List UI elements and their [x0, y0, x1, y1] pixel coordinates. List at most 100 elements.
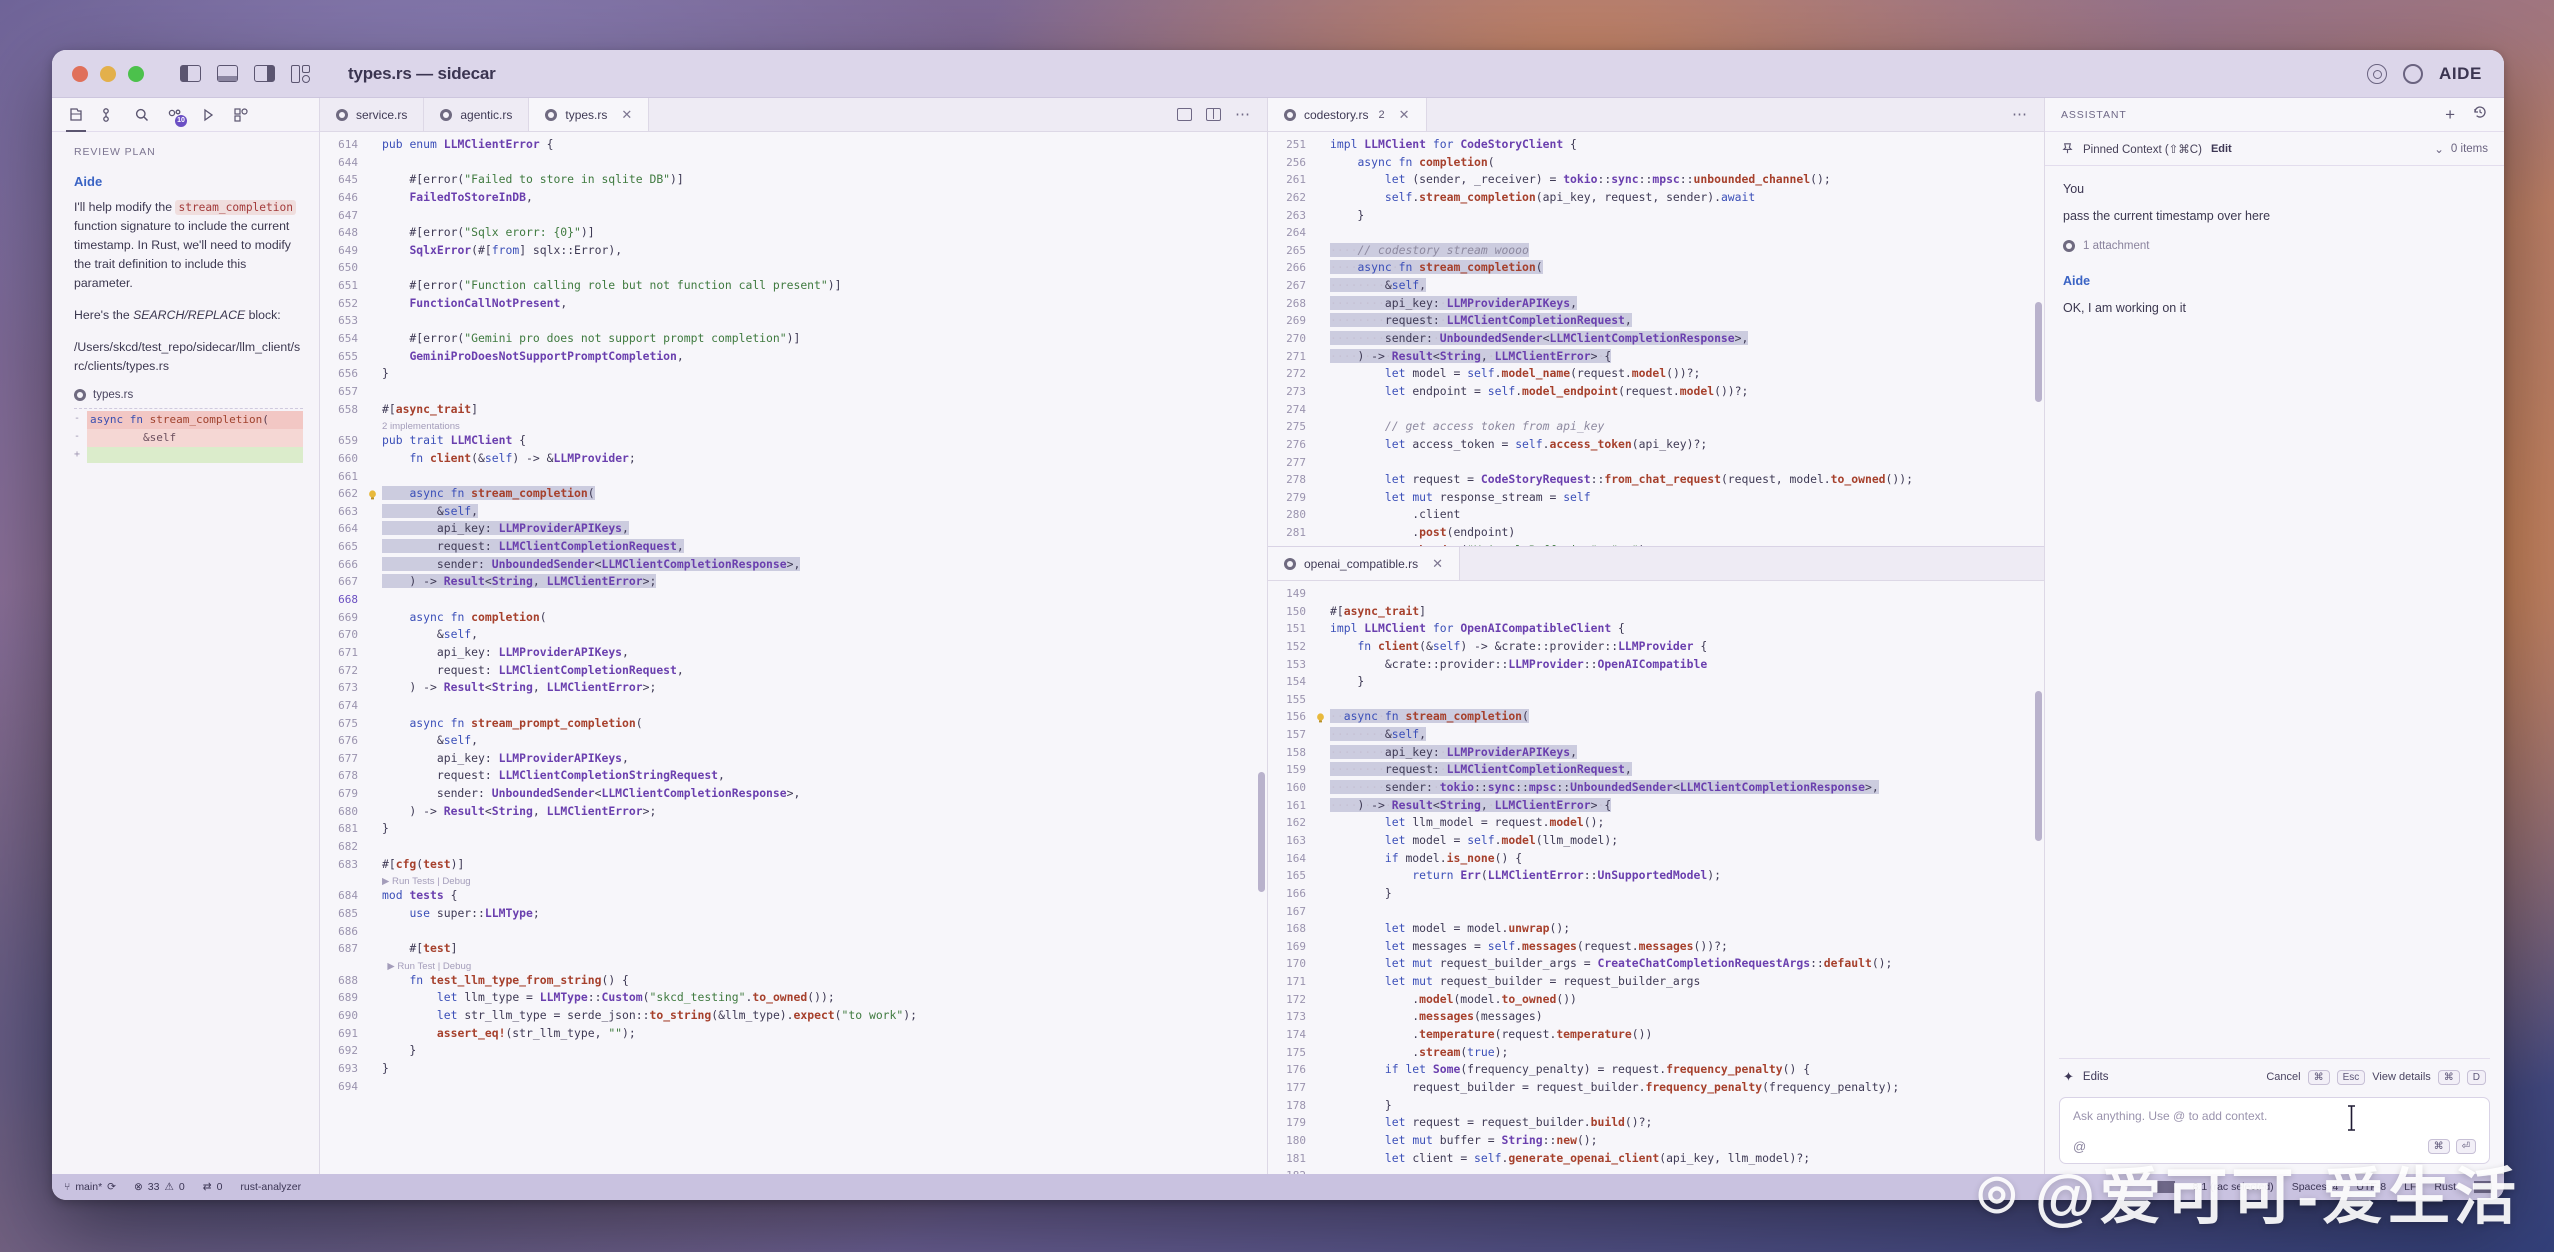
status-branch[interactable]: ⑂ main* ⟳	[64, 1181, 116, 1193]
code-lens-label[interactable]: ▶ Run Tests | Debug	[370, 873, 1267, 887]
status-encoding[interactable]: UTF-8	[2356, 1181, 2386, 1193]
close-tab-icon[interactable]: ✕	[621, 107, 632, 123]
status-notifications-icon[interactable]	[2474, 1181, 2492, 1193]
line-number: 181	[1268, 1150, 1318, 1168]
line-content: .messages(messages)	[1318, 1008, 2044, 1026]
pinned-context-bar[interactable]: Pinned Context (⇧⌘C) Edit ⌄ 0 items	[2045, 132, 2504, 166]
status-eol[interactable]: LF	[2404, 1181, 2416, 1193]
cancel-key-esc: Esc	[2337, 1070, 2366, 1085]
line-content: let model = self.model(llm_model);	[1318, 832, 2044, 850]
tab-types-rs[interactable]: types.rs ✕	[529, 98, 649, 131]
extensions-icon[interactable]	[233, 107, 249, 123]
position-label: 8:1 (rac selected)	[2193, 1181, 2274, 1193]
split-editor-icon[interactable]	[1206, 108, 1221, 121]
line-content: async fn completion(	[370, 609, 1267, 627]
account-icon[interactable]	[2367, 64, 2387, 84]
code-line: 685 use super::LLMType;	[320, 905, 1267, 923]
code-lens-label[interactable]: 2 implementations	[370, 418, 1267, 432]
line-number: 675	[320, 715, 370, 733]
history-icon[interactable]	[2472, 104, 2488, 125]
line-number: 670	[320, 626, 370, 644]
activity-bar: 10	[52, 98, 319, 132]
tab-agentic-rs[interactable]: agentic.rs	[424, 98, 529, 131]
new-chat-icon[interactable]: +	[2445, 105, 2456, 125]
status-language[interactable]: Rust	[2434, 1181, 2456, 1193]
search-icon[interactable]	[134, 107, 150, 123]
line-number: 175	[1268, 1044, 1318, 1062]
line-content: #[test]	[370, 940, 1267, 958]
line-number: 270	[1268, 330, 1318, 348]
more-actions-icon[interactable]: ⋯	[2012, 107, 2028, 122]
aide-chat-icon[interactable]: 10	[167, 107, 183, 123]
code-line: 277	[1268, 454, 2044, 472]
tab-label: types.rs	[565, 108, 607, 122]
code-line: 170 let mut request_builder_args = Creat…	[1268, 955, 2044, 973]
line-content: #[error("Sqlx erorr: {0}")]	[370, 224, 1267, 242]
code-line: 667 ) -> Result<String, LLMClientError>;	[320, 573, 1267, 591]
tab-codestory-rs[interactable]: codestory.rs 2 ✕	[1268, 98, 1427, 131]
lightbulb-icon[interactable]	[368, 488, 377, 498]
more-actions-icon[interactable]: ⋯	[1235, 107, 1251, 122]
code-line: 155	[1268, 691, 2044, 709]
status-position[interactable]: 8:1 (rac selected)	[2193, 1181, 2274, 1193]
explorer-icon[interactable]	[68, 107, 84, 123]
status-problems[interactable]: ⊗ 33 ⚠ 0	[134, 1181, 185, 1193]
line-content	[370, 697, 1267, 715]
line-number: 265	[1268, 242, 1318, 260]
code-line: 182	[1268, 1167, 2044, 1174]
line-number: 276	[1268, 436, 1318, 454]
cancel-button[interactable]: Cancel	[2266, 1071, 2300, 1083]
pinned-context-right[interactable]: ⌄ 0 items	[2434, 142, 2488, 156]
code-line: 668	[320, 591, 1267, 609]
code-line: 278 let request = CodeStoryRequest::from…	[1268, 471, 2044, 489]
line-number: 658	[320, 401, 370, 419]
line-number: 665	[320, 538, 370, 556]
add-context-icon[interactable]: @	[2073, 1139, 2086, 1154]
status-language-server[interactable]: rust-analyzer	[240, 1181, 301, 1193]
line-content	[1318, 401, 2044, 419]
right-top-editor-code[interactable]: 251impl LLMClient for CodeStoryClient {2…	[1268, 132, 2044, 546]
assistant-header: ASSISTANT +	[2045, 98, 2504, 132]
status-spaces[interactable]: Spaces: 4	[2292, 1181, 2339, 1193]
line-content: let access_token = self.access_token(api…	[1318, 436, 2044, 454]
source-control-icon[interactable]	[101, 107, 117, 123]
tab-openai-compatible-rs[interactable]: openai_compatible.rs ✕	[1268, 547, 1460, 580]
line-content: // get access token from api_key	[1318, 418, 2044, 436]
tab-service-rs[interactable]: service.rs	[320, 98, 424, 131]
line-number: 279	[1268, 489, 1318, 507]
pin-icon	[2061, 142, 2074, 155]
right-bottom-editor-code[interactable]: 149150#[async_trait]151impl LLMClient fo…	[1268, 581, 2044, 1174]
review-plan-diff-file[interactable]: types.rs	[74, 389, 303, 401]
code-lens-label[interactable]: ▶ Run Test | Debug	[370, 958, 1267, 972]
view-details-button[interactable]: View details	[2372, 1071, 2431, 1083]
code-line: 659pub trait LLMClient {	[320, 432, 1267, 450]
line-content: ········api_key:·LLMProviderAPIKeys,	[1318, 744, 2044, 762]
close-tab-icon[interactable]: ✕	[1432, 556, 1443, 572]
code-line: 157········&self,	[1268, 726, 2044, 744]
line-content: ) -> Result<String, LLMClientError>;	[370, 679, 1267, 697]
pinned-context-edit-button[interactable]: Edit	[2211, 143, 2232, 155]
active-tab-indicator	[66, 130, 86, 132]
line-content	[370, 591, 1267, 609]
code-line: 274	[1268, 401, 2044, 419]
line-content	[370, 923, 1267, 941]
run-debug-icon[interactable]	[200, 107, 216, 123]
left-editor-code[interactable]: 614pub enum LLMClientError {644645 #[err…	[320, 132, 1267, 1174]
line-number: 689	[320, 989, 370, 1007]
line-number: 614	[320, 136, 370, 154]
sync-icon[interactable]: ⟳	[107, 1181, 116, 1193]
status-block-icon	[2157, 1181, 2175, 1193]
open-changes-icon[interactable]	[1177, 108, 1192, 121]
close-tab-icon[interactable]: ✕	[1399, 107, 1410, 123]
message-text: pass the current timestamp over here	[2063, 207, 2486, 226]
code-line: 657	[320, 383, 1267, 401]
line-content: pub trait LLMClient {	[370, 432, 1267, 450]
prompt-input-box[interactable]: Ask anything. Use @ to add context. @ ⌘ …	[2059, 1097, 2490, 1164]
lightbulb-icon[interactable]	[1316, 711, 1325, 721]
code-line: 681}	[320, 820, 1267, 838]
status-ports[interactable]: ⇄ 0	[203, 1181, 223, 1193]
code-line: 151impl LLMClient for OpenAICompatibleCl…	[1268, 620, 2044, 638]
chevron-down-icon[interactable]: ⌄	[2434, 142, 2444, 156]
code-line: 281 .post(endpoint)	[1268, 524, 2044, 542]
message-attachment[interactable]: 1 attachment	[2063, 240, 2486, 252]
